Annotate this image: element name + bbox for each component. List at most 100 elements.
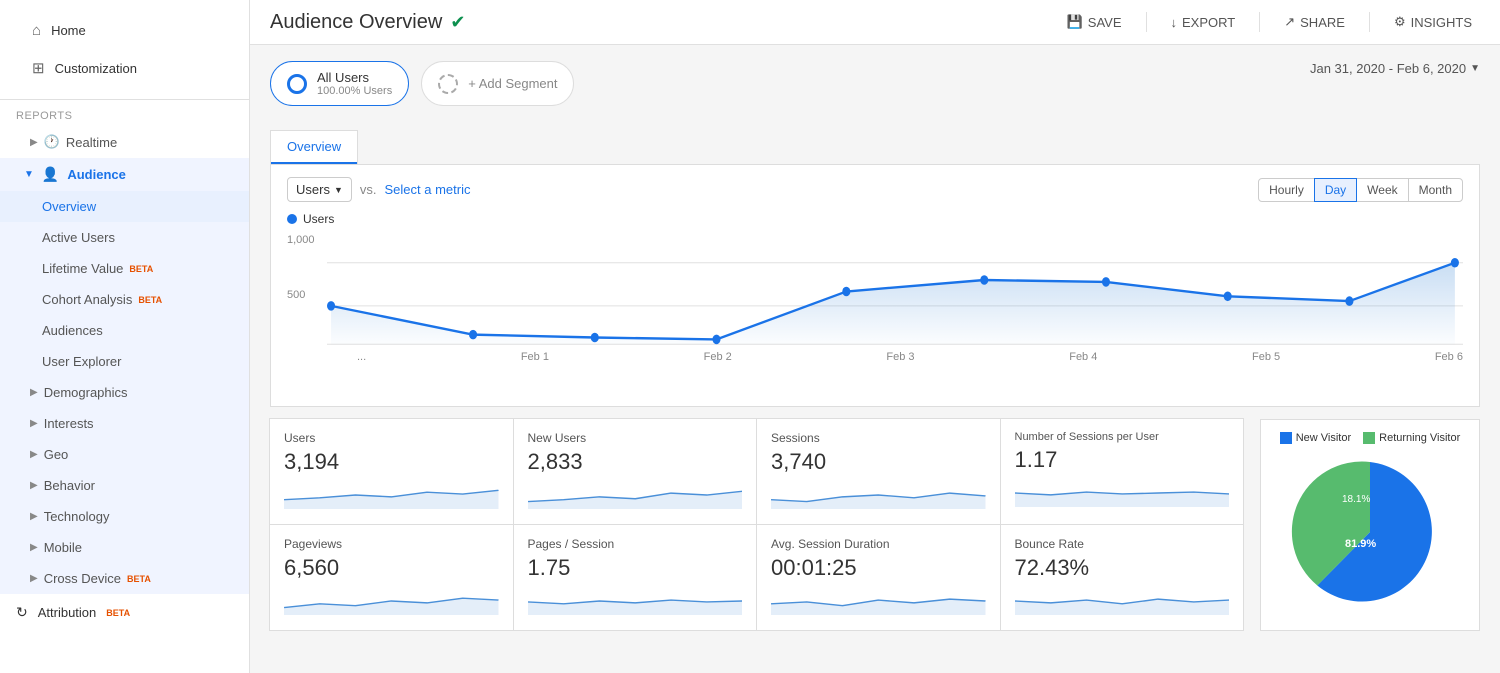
attribution-icon: ↻ bbox=[16, 604, 28, 621]
sparkline-pageviews bbox=[284, 587, 499, 615]
stat-card-sessions: Sessions 3,740 bbox=[756, 418, 1001, 525]
returning-visitor-color bbox=[1363, 432, 1375, 444]
technology-arrow-icon: ▶ bbox=[30, 511, 38, 522]
sidebar-item-audiences[interactable]: Audiences bbox=[0, 315, 249, 346]
segment-bar: All Users 100.00% Users + Add Segment bbox=[270, 61, 574, 106]
chart-left-controls: Users ▼ vs. Select a metric bbox=[287, 177, 470, 202]
sidebar-item-behavior[interactable]: ▶ Behavior bbox=[0, 470, 249, 501]
stat-card-pages-per-session: Pages / Session 1.75 bbox=[513, 524, 758, 631]
header-actions: 💾 SAVE ↓ EXPORT ↗ SHARE ⚙ INSIGHTS bbox=[1059, 10, 1480, 34]
all-users-text: All Users 100.00% Users bbox=[317, 70, 392, 97]
attribution-beta-badge: BETA bbox=[106, 608, 130, 618]
cross-device-beta-badge: BETA bbox=[127, 574, 151, 584]
audience-section: ▼ 👤 Audience Overview Active Users Lifet… bbox=[0, 158, 249, 594]
geo-arrow-icon: ▶ bbox=[30, 449, 38, 460]
stats-section: Users 3,194 New Users 2,833 bbox=[270, 419, 1480, 631]
save-button[interactable]: 💾 SAVE bbox=[1059, 10, 1130, 34]
insights-button[interactable]: ⚙ INSIGHTS bbox=[1386, 10, 1480, 34]
svg-text:18.1%: 18.1% bbox=[1342, 494, 1370, 505]
stat-card-pageviews: Pageviews 6,560 bbox=[269, 524, 514, 631]
date-range-picker[interactable]: Jan 31, 2020 - Feb 6, 2020 ▼ bbox=[1310, 61, 1480, 76]
sparkline-pages-session bbox=[528, 587, 743, 615]
reports-section-label: REPORTS bbox=[0, 100, 249, 126]
sidebar-item-demographics[interactable]: ▶ Demographics bbox=[0, 377, 249, 408]
metric-dropdown[interactable]: Users ▼ bbox=[287, 177, 352, 202]
sidebar-item-attribution[interactable]: ↻ Attribution BETA bbox=[0, 594, 249, 631]
chevron-down-icon: ▼ bbox=[24, 169, 34, 180]
stat-card-avg-session: Avg. Session Duration 00:01:25 bbox=[756, 524, 1001, 631]
sidebar-item-geo[interactable]: ▶ Geo bbox=[0, 439, 249, 470]
interests-arrow-icon: ▶ bbox=[30, 418, 38, 429]
y-label-500: 500 bbox=[287, 289, 305, 301]
stats-grid: Users 3,194 New Users 2,833 bbox=[270, 419, 1244, 631]
customization-icon: ⊞ bbox=[32, 59, 45, 77]
sparkline-sessions-per-user bbox=[1015, 479, 1230, 507]
sidebar-top: ⌂ Home ⊞ Customization bbox=[0, 0, 249, 100]
sidebar-item-overview[interactable]: Overview bbox=[0, 191, 249, 222]
sidebar-item-home[interactable]: ⌂ Home bbox=[16, 12, 233, 49]
dropdown-arrow-icon: ▼ bbox=[334, 185, 343, 195]
export-icon: ↓ bbox=[1171, 15, 1178, 30]
sidebar-item-interests[interactable]: ▶ Interests bbox=[0, 408, 249, 439]
audience-icon: 👤 bbox=[42, 166, 59, 183]
insights-icon: ⚙ bbox=[1394, 14, 1406, 30]
sparkline-sessions bbox=[771, 481, 986, 509]
stat-card-users: Users 3,194 bbox=[269, 418, 514, 525]
sparkline-users bbox=[284, 481, 499, 509]
period-month-button[interactable]: Month bbox=[1408, 178, 1463, 202]
sidebar-item-mobile[interactable]: ▶ Mobile bbox=[0, 532, 249, 563]
page-header: Audience Overview ✔ 💾 SAVE ↓ EXPORT ↗ SH… bbox=[250, 0, 1500, 45]
pie-legend: New Visitor Returning Visitor bbox=[1273, 432, 1467, 444]
stat-card-sessions-per-user: Number of Sessions per User 1.17 bbox=[1000, 418, 1245, 525]
period-hourly-button[interactable]: Hourly bbox=[1258, 178, 1315, 202]
export-button[interactable]: ↓ EXPORT bbox=[1163, 11, 1244, 34]
share-button[interactable]: ↗ SHARE bbox=[1276, 10, 1353, 34]
sidebar-item-technology[interactable]: ▶ Technology bbox=[0, 501, 249, 532]
new-visitor-legend: New Visitor bbox=[1280, 432, 1351, 444]
page-title: Audience Overview ✔ bbox=[270, 11, 465, 34]
divider2 bbox=[1259, 12, 1260, 32]
pie-chart-container: 81.9% 18.1% bbox=[1290, 452, 1450, 615]
period-day-button[interactable]: Day bbox=[1314, 178, 1357, 202]
lifetime-value-beta-badge: BETA bbox=[129, 264, 153, 274]
verified-icon: ✔ bbox=[450, 12, 465, 33]
period-button-group: Hourly Day Week Month bbox=[1259, 178, 1463, 202]
divider bbox=[1146, 12, 1147, 32]
all-users-circle bbox=[287, 74, 307, 94]
sparkline-avg-session bbox=[771, 587, 986, 615]
share-icon: ↗ bbox=[1284, 14, 1295, 30]
returning-visitor-legend: Returning Visitor bbox=[1363, 432, 1460, 444]
add-segment-button[interactable]: + Add Segment bbox=[421, 61, 574, 106]
chart-legend: Users bbox=[287, 212, 1463, 226]
tab-overview[interactable]: Overview bbox=[271, 131, 357, 164]
arrow-icon: ▶ bbox=[30, 137, 38, 148]
y-label-1000: 1,000 bbox=[287, 234, 315, 246]
sparkline-bounce-rate bbox=[1015, 587, 1230, 615]
chart-panel: Users ▼ vs. Select a metric Hourly Day W… bbox=[270, 164, 1480, 407]
select-metric-link[interactable]: Select a metric bbox=[385, 182, 471, 197]
pie-chart-svg: 81.9% 18.1% bbox=[1290, 452, 1450, 612]
users-legend-dot bbox=[287, 214, 297, 224]
chart-top-bar: Users ▼ vs. Select a metric Hourly Day W… bbox=[287, 177, 1463, 202]
sidebar-item-user-explorer[interactable]: User Explorer bbox=[0, 346, 249, 377]
period-week-button[interactable]: Week bbox=[1356, 178, 1408, 202]
sidebar-item-realtime[interactable]: ▶ 🕐 Realtime bbox=[0, 126, 249, 158]
chevron-down-icon: ▼ bbox=[1470, 63, 1480, 74]
chart-area: 1,000 500 bbox=[287, 234, 1463, 394]
sidebar-item-customization[interactable]: ⊞ Customization bbox=[16, 49, 233, 87]
sidebar-item-active-users[interactable]: Active Users bbox=[0, 222, 249, 253]
sidebar: ⌂ Home ⊞ Customization REPORTS ▶ 🕐 Realt… bbox=[0, 0, 250, 673]
clock-icon: 🕐 bbox=[44, 134, 60, 150]
sidebar-item-cohort-analysis[interactable]: Cohort Analysis BETA bbox=[0, 284, 249, 315]
main-content: Audience Overview ✔ 💾 SAVE ↓ EXPORT ↗ SH… bbox=[250, 0, 1500, 673]
sidebar-item-cross-device[interactable]: ▶ Cross Device BETA bbox=[0, 563, 249, 594]
home-icon: ⌂ bbox=[32, 22, 41, 39]
all-users-segment[interactable]: All Users 100.00% Users bbox=[270, 61, 409, 106]
sidebar-item-audience[interactable]: ▼ 👤 Audience bbox=[0, 158, 249, 191]
tab-bar: Overview bbox=[270, 130, 358, 164]
sidebar-item-lifetime-value[interactable]: Lifetime Value BETA bbox=[0, 253, 249, 284]
divider3 bbox=[1369, 12, 1370, 32]
stat-card-bounce-rate: Bounce Rate 72.43% bbox=[1000, 524, 1245, 631]
stat-card-new-users: New Users 2,833 bbox=[513, 418, 758, 525]
new-visitor-color bbox=[1280, 432, 1292, 444]
